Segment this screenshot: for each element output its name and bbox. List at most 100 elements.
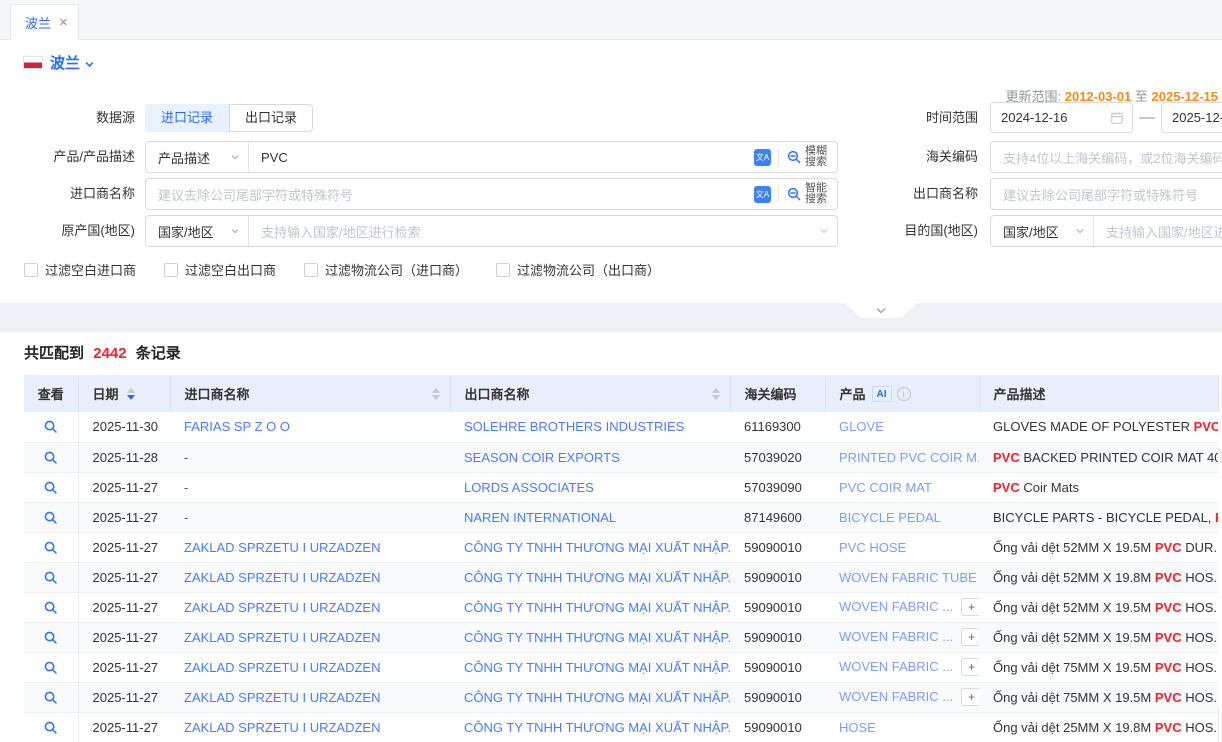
country-name[interactable]: 波兰 [50, 52, 80, 73]
translate-icon[interactable]: 文A [754, 186, 771, 203]
product-link[interactable]: GLOVE [839, 419, 884, 434]
table-row: 2025-11-28-SEASON COIR EXPORTS57039020PR… [24, 442, 1218, 472]
destination-country-input[interactable]: 支持输入国家/地区进行 [1094, 216, 1222, 246]
smart-search-toggle[interactable]: 智能搜索 [786, 183, 829, 205]
exporter-name-input[interactable]: 建议去除公司尾部字符或特殊符号 [990, 178, 1222, 210]
sort-icon-date[interactable] [127, 388, 135, 400]
table-row: 2025-11-27ZAKLAD SPRZETU I URZADZENCÔNG … [24, 622, 1218, 652]
row-view-search-icon[interactable] [40, 686, 62, 708]
filter-checkbox[interactable]: 过滤空白进口商 [24, 260, 136, 279]
filter-checkbox[interactable]: 过滤空白出口商 [164, 260, 276, 279]
tab-poland[interactable]: 波兰 × [10, 4, 79, 40]
importer-link[interactable]: ZAKLAD SPRZETU I URZADZEN [184, 540, 380, 555]
date-start-input[interactable]: 2024-12-16 [990, 102, 1133, 133]
importer-link[interactable]: ZAKLAD SPRZETU I URZADZEN [184, 690, 380, 705]
tab-export-records[interactable]: 出口记录 [229, 104, 313, 132]
row-view-search-icon[interactable] [40, 566, 62, 588]
checkbox-label: 过滤空白出口商 [185, 260, 276, 279]
exporter-link[interactable]: CÔNG TY TNHH THƯƠNG MẠI XUẤT NHẬP... [464, 570, 730, 585]
close-icon[interactable]: × [59, 15, 68, 30]
table-row: 2025-11-30FARIAS SP Z O OSOLEHRE BROTHER… [24, 412, 1218, 442]
keyword-highlight: PVC [993, 480, 1020, 495]
product-link[interactable]: WOVEN FABRIC ... [839, 689, 953, 704]
exporter-link[interactable]: CÔNG TY TNHH THƯƠNG MẠI XUẤT NHẬP... [464, 660, 730, 675]
description-cell: Ống vải dệt 52MM X 19.5M PVC HOS... [979, 592, 1218, 622]
row-view-search-icon[interactable] [40, 716, 62, 738]
row-view-search-icon[interactable] [40, 476, 62, 498]
exporter-link[interactable]: CÔNG TY TNHH THƯƠNG MẠI XUẤT NHẬP... [464, 720, 730, 735]
more-products-badge[interactable]: + 1 [961, 598, 979, 616]
page: 波兰 × 波兰 更新范围: 2012-03-01 至 2025-12-15 数据… [0, 0, 1222, 742]
product-link[interactable]: PVC COIR MAT [839, 480, 932, 495]
product-field-select[interactable]: 产品描述 [146, 142, 249, 172]
row-view-search-icon[interactable] [40, 506, 62, 528]
checkbox-icon[interactable] [496, 263, 510, 277]
product-link[interactable]: PVC HOSE [839, 540, 906, 555]
hs-code-input[interactable]: 支持4位以上海关编码，或2位海关编码加 [990, 141, 1222, 173]
checkbox-icon[interactable] [304, 263, 318, 277]
checkbox-icon[interactable] [24, 263, 38, 277]
row-view-search-icon[interactable] [40, 536, 62, 558]
origin-country-input[interactable]: 支持输入国家/地区进行检索 [249, 216, 837, 246]
keyword-highlight: PVC [1194, 419, 1218, 434]
importer-link[interactable]: FARIAS SP Z O O [184, 419, 290, 434]
product-link[interactable]: WOVEN FABRIC ... [839, 629, 953, 644]
checkbox-icon[interactable] [164, 263, 178, 277]
product-link[interactable]: PRINTED PVC COIR M... [839, 450, 979, 465]
hs-code-cell: 59090010 [730, 562, 825, 592]
chevron-down-icon[interactable] [84, 57, 95, 75]
importer-link[interactable]: ZAKLAD SPRZETU I URZADZEN [184, 600, 380, 615]
origin-type-select[interactable]: 国家/地区 [146, 216, 249, 246]
sort-icon-exporter[interactable] [712, 388, 720, 400]
importer-empty: - [184, 510, 188, 525]
row-view-search-icon[interactable] [40, 656, 62, 678]
date-end-input[interactable]: 2025-12-15 [1161, 102, 1222, 133]
date-cell: 2025-11-27 [78, 652, 170, 682]
exporter-link[interactable]: NAREN INTERNATIONAL [464, 510, 616, 525]
hs-code-cell: 59090010 [730, 652, 825, 682]
row-view-search-icon[interactable] [40, 416, 62, 438]
importer-cell: - [170, 502, 450, 532]
exporter-link[interactable]: CÔNG TY TNHH THƯƠNG MẠI XUẤT NHẬP... [464, 540, 730, 555]
product-link[interactable]: WOVEN FABRIC ... [839, 659, 953, 674]
fuzzy-search-toggle[interactable]: 模糊搜索 [786, 146, 829, 168]
view-cell [24, 412, 78, 442]
tab-import-records[interactable]: 进口记录 [145, 104, 229, 132]
importer-link[interactable]: ZAKLAD SPRZETU I URZADZEN [184, 630, 380, 645]
filter-checkbox[interactable]: 过滤物流公司（进口商） [304, 260, 468, 279]
row-view-search-icon[interactable] [40, 446, 62, 468]
translate-icon[interactable]: 文A [754, 149, 771, 166]
exporter-link[interactable]: CÔNG TY TNHH THƯƠNG MẠI XUẤT NHẬP... [464, 600, 730, 615]
exporter-link[interactable]: SEASON COIR EXPORTS [464, 450, 620, 465]
product-link[interactable]: WOVEN FABRIC ... [839, 599, 953, 614]
importer-link[interactable]: ZAKLAD SPRZETU I URZADZEN [184, 570, 380, 585]
importer-name-input[interactable]: 建议去除公司尾部字符或特殊符号 文A 智能搜索 [146, 179, 837, 209]
exporter-link[interactable]: LORDS ASSOCIATES [464, 480, 594, 495]
chevron-down-icon [1075, 226, 1085, 236]
more-products-badge[interactable]: + 1 [961, 628, 979, 646]
exporter-link[interactable]: CÔNG TY TNHH THƯƠNG MẠI XUẤT NHẬP... [464, 690, 730, 705]
info-icon[interactable]: i [897, 387, 911, 401]
exporter-link[interactable]: CÔNG TY TNHH THƯƠNG MẠI XUẤT NHẬP... [464, 630, 730, 645]
importer-empty: - [184, 480, 188, 495]
more-products-badge[interactable]: + 2 [961, 688, 979, 706]
row-view-search-icon[interactable] [40, 626, 62, 648]
exporter-cell: LORDS ASSOCIATES [450, 472, 730, 502]
importer-cell: ZAKLAD SPRZETU I URZADZEN [170, 652, 450, 682]
destination-type-select[interactable]: 国家/地区 [991, 216, 1094, 246]
smart-search-label: 智能搜索 [805, 183, 829, 205]
hs-code-cell: 59090010 [730, 532, 825, 562]
product-link[interactable]: HOSE [839, 720, 876, 735]
product-link[interactable]: WOVEN FABRIC TUBE [839, 570, 977, 585]
product-link[interactable]: BICYCLE PEDAL [839, 510, 941, 525]
destination-select-value: 国家/地区 [1003, 222, 1075, 241]
row-view-search-icon[interactable] [40, 596, 62, 618]
exporter-link[interactable]: SOLEHRE BROTHERS INDUSTRIES [464, 419, 684, 434]
importer-link[interactable]: ZAKLAD SPRZETU I URZADZEN [184, 660, 380, 675]
filter-checkbox[interactable]: 过滤物流公司（出口商） [496, 260, 660, 279]
product-search-input[interactable]: PVC 文A 模糊搜索 [249, 142, 837, 172]
more-products-badge[interactable]: + 1 [961, 658, 979, 676]
row-datasource: 数据源 进口记录 出口记录 时间范围 2024-12-16 — 2025-12-… [0, 102, 1222, 134]
sort-icon-importer[interactable] [432, 388, 440, 400]
importer-link[interactable]: ZAKLAD SPRZETU I URZADZEN [184, 720, 380, 735]
